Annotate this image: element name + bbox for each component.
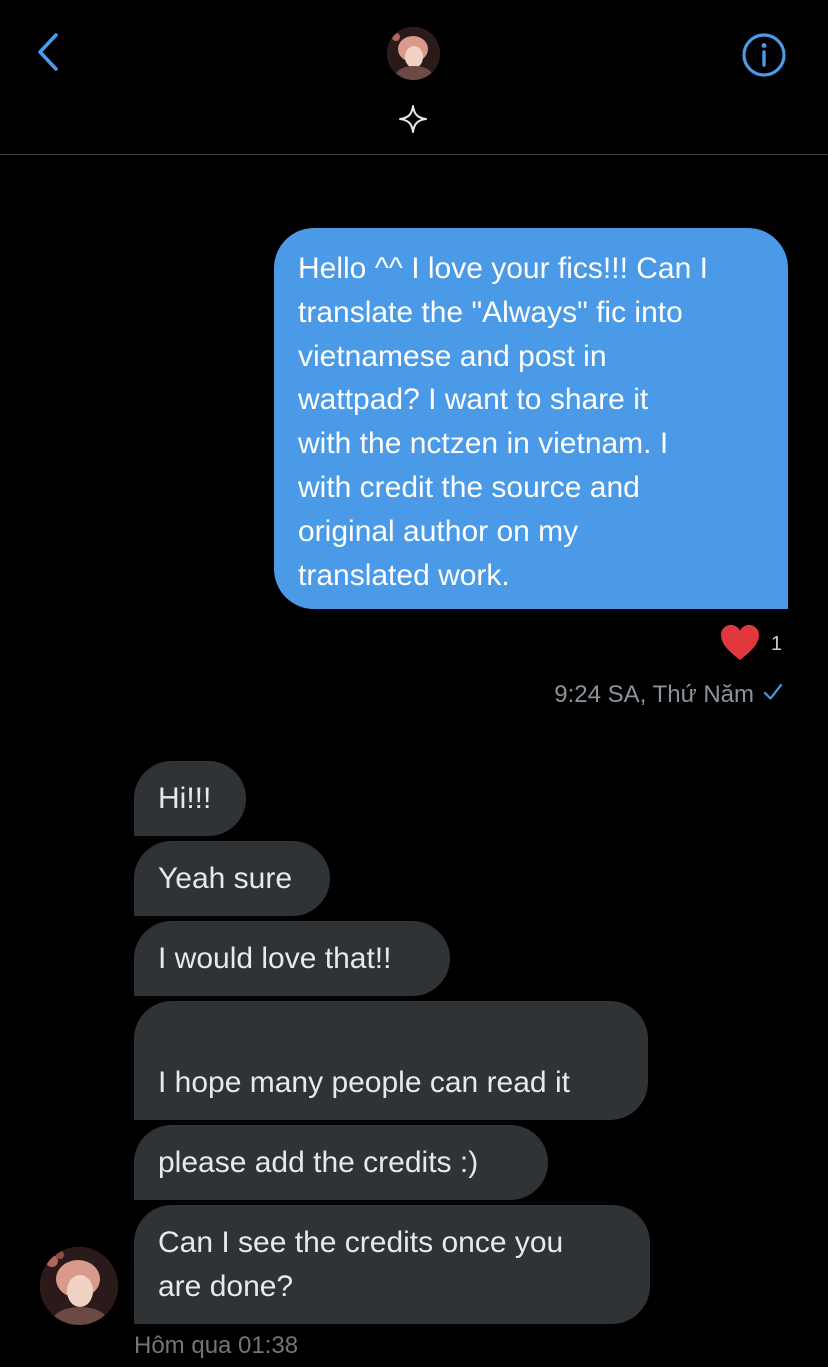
chevron-left-icon [36,32,60,77]
message-text: I hope many people can read it [158,1065,570,1099]
back-button[interactable] [28,30,68,78]
reaction-count: 1 [771,632,783,655]
heart-icon [719,623,761,666]
received-timestamp: Hôm qua 01:38 [134,1332,299,1359]
received-message-bubble[interactable]: please add the credits :) [134,1125,548,1200]
conversation-header [0,0,828,155]
sent-message-bubble[interactable]: Hello ^^ I love your fics!!! Can I trans… [274,228,788,609]
sent-timestamp: 9:24 SA, Thứ Năm [554,681,754,708]
received-message-bubble[interactable]: I hope many people can read it [134,1001,648,1190]
received-message-bubble[interactable]: Can I see the credits once you are done? [134,1205,650,1324]
sender-avatar[interactable] [40,1247,118,1325]
message-reaction[interactable]: 1 [719,622,782,666]
received-message-bubble[interactable]: Yeah sure [134,841,330,916]
received-message-bubble[interactable]: I would love that!! [134,921,450,996]
received-message-bubble[interactable]: Hi!!! [134,761,246,836]
checkmark-icon [762,681,784,710]
info-circle-icon [740,33,788,84]
sparkle-icon [398,104,428,134]
user-avatar[interactable] [387,27,440,80]
info-button[interactable] [740,32,788,80]
sent-message-meta: 9:24 SA, Thứ Năm [554,678,784,712]
